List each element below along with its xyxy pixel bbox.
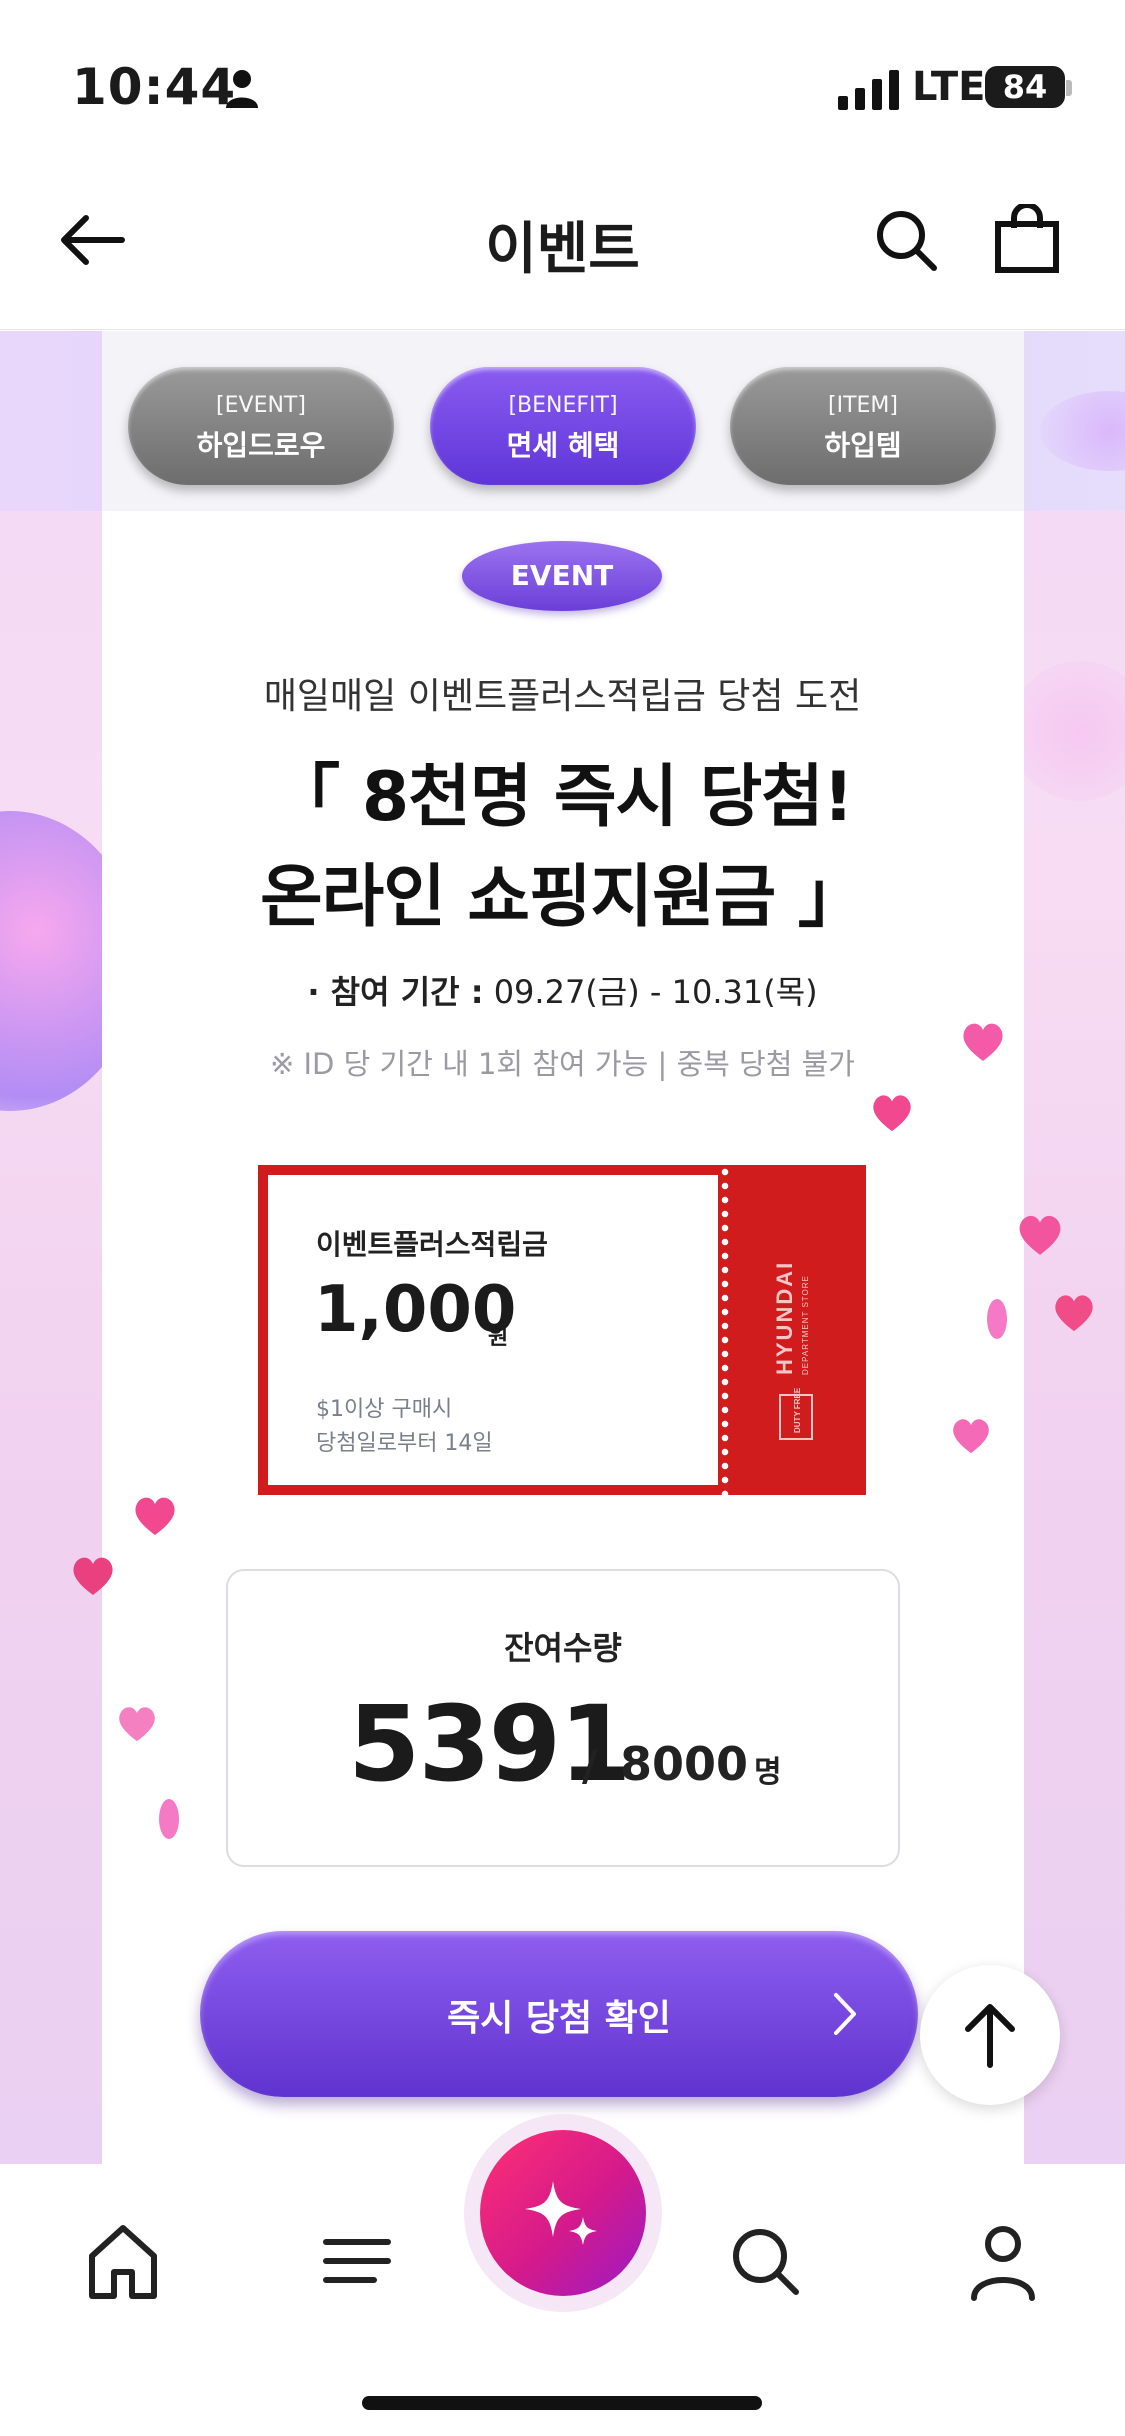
reward-coupon: 이벤트플러스적립금 1,000 원 $1이상 구매시 당첨일로부터 14일 HY…	[258, 1165, 866, 1495]
coupon-condition-2: 당첨일로부터 14일	[316, 1431, 493, 1456]
battery-tip	[1066, 80, 1072, 96]
event-content: [EVENT] 하입드로우 [BENEFIT] 면세 혜택 [ITEM] 하입템…	[0, 331, 1125, 2164]
remaining-label: 잔여수량	[504, 1629, 622, 1667]
status-bar: 10:44 LTE 84	[0, 0, 1125, 160]
coupon-unit: 원	[488, 1325, 509, 1350]
tab-duty-free-benefit[interactable]: [BENEFIT] 면세 혜택	[430, 367, 696, 485]
period-label: · 참여 기간 :	[307, 973, 484, 1011]
coupon-perforation	[718, 1165, 732, 1495]
battery-icon: 84	[985, 66, 1065, 108]
heart-decor-icon	[135, 1497, 175, 1535]
hyundai-duty-free-logo: HYUNDAI DEPARTMENT STORE DUTY FREE	[776, 1261, 813, 1440]
tab-label: 하입드로우	[196, 429, 326, 462]
heart-decor-icon	[873, 1095, 911, 1132]
sparkle-icon	[525, 2181, 597, 2245]
page-title: 이벤트	[485, 217, 640, 282]
cta-label: 즉시 당첨 확인	[447, 1998, 671, 2039]
remaining-quantity-box: 잔여수량 5391 / 8000 명	[226, 1569, 900, 1867]
ai-sparkle-button[interactable]	[480, 2130, 646, 2296]
tab-sub-label: [BENEFIT]	[508, 393, 618, 418]
search-icon[interactable]	[720, 2216, 810, 2306]
home-icon[interactable]	[78, 2216, 168, 2306]
brand-name: HYUNDAI	[776, 1261, 797, 1375]
coupon-condition-1: $1이상 구매시	[316, 1397, 453, 1422]
arrow-up-icon	[965, 2004, 1015, 2068]
event-notice: ※ ID 당 기간 내 1회 참여 가능 | 중복 당첨 불가	[269, 1047, 855, 1081]
heart-decor-icon	[1055, 1295, 1093, 1332]
heart-decor-icon	[119, 1707, 155, 1742]
tab-hype-draw[interactable]: [EVENT] 하입드로우	[128, 367, 394, 485]
coupon-conditions: $1이상 구매시 당첨일로부터 14일	[316, 1393, 493, 1461]
period-value: 09.27(금) - 10.31(목)	[493, 973, 818, 1011]
event-headline-line2: 온라인 쇼핑지원금 」	[260, 858, 866, 937]
coupon-body: 이벤트플러스적립금 1,000 원 $1이상 구매시 당첨일로부터 14일	[268, 1175, 718, 1485]
status-time: 10:44	[72, 58, 237, 116]
profile-icon[interactable]	[958, 2216, 1048, 2306]
chevron-right-icon	[834, 1993, 856, 2035]
tab-label: 하입템	[824, 429, 902, 462]
heart-decor-icon	[953, 1419, 989, 1454]
event-period: · 참여 기간 : 09.27(금) - 10.31(목)	[0, 967, 1125, 1013]
brand-sub: DEPARTMENT STORE	[801, 1275, 810, 1375]
menu-icon[interactable]	[312, 2216, 402, 2306]
search-icon[interactable]	[874, 208, 938, 272]
heart-decor-icon	[987, 1299, 1007, 1339]
event-badge: EVENT	[462, 541, 662, 611]
shopping-bag-icon[interactable]	[994, 204, 1060, 274]
heart-decor-icon	[963, 1023, 1003, 1061]
person-icon	[226, 70, 258, 108]
app-header: 이벤트	[0, 160, 1125, 330]
heart-decor-icon	[1019, 1215, 1061, 1255]
tab-label: 면세 혜택	[506, 429, 620, 462]
instant-win-check-button[interactable]: 즉시 당첨 확인	[200, 1931, 918, 2097]
event-subtitle: 매일매일 이벤트플러스적립금 당첨 도전	[263, 676, 862, 717]
tab-hype-item[interactable]: [ITEM] 하입템	[730, 367, 996, 485]
remaining-total: 8000	[620, 1737, 749, 1791]
brand-tag: DUTY FREE	[793, 1387, 802, 1433]
network-label: LTE	[912, 64, 986, 110]
home-indicator	[362, 2396, 762, 2410]
signal-icon	[838, 70, 899, 110]
tab-sub-label: [ITEM]	[828, 393, 898, 418]
heart-decor-icon	[159, 1799, 179, 1839]
remaining-unit: 명	[754, 1755, 782, 1790]
coupon-amount: 1,000	[314, 1273, 517, 1347]
tab-sub-label: [EVENT]	[216, 393, 306, 418]
event-headline-line1: 「 8천명 즉시 당첨!	[272, 758, 854, 837]
remaining-slash: /	[582, 1741, 598, 1790]
scroll-to-top-button[interactable]	[920, 1965, 1060, 2105]
coupon-label: 이벤트플러스적립금	[316, 1228, 548, 1261]
heart-decor-icon	[73, 1557, 113, 1595]
